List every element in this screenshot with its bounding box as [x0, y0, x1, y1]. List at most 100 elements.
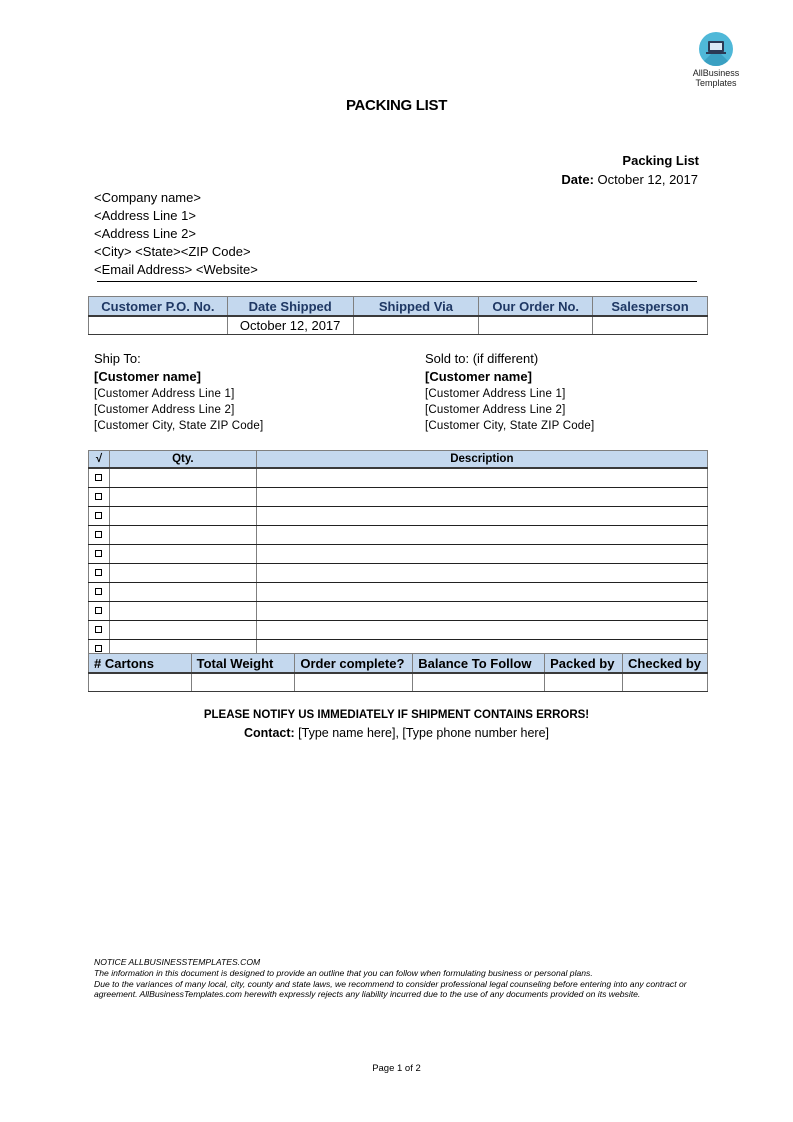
cell-customer-po[interactable]	[88, 315, 228, 335]
notice-line-2: Due to the variances of many local, city…	[94, 978, 687, 1000]
ship-to-address-1[interactable]: [Customer Address Line 1]	[94, 386, 263, 402]
sold-to-name[interactable]: [Customer name]	[425, 368, 594, 386]
item-description[interactable]	[255, 525, 709, 545]
checkbox-icon[interactable]	[95, 550, 103, 558]
cell-cartons[interactable]	[88, 672, 192, 692]
header-balance-to-follow: Balance To Follow	[412, 653, 546, 674]
divider	[97, 281, 697, 282]
item-checkbox-cell	[88, 525, 110, 545]
date-value[interactable]: October 12, 2017	[598, 172, 698, 187]
checkbox-icon[interactable]	[95, 626, 103, 634]
item-checkbox-cell	[88, 563, 110, 583]
item-checkbox-cell	[88, 506, 110, 526]
notify-message: PLEASE NOTIFY US IMMEDIATELY IF SHIPMENT…	[203, 709, 590, 721]
ship-to-address-2[interactable]: [Customer Address Line 2]	[94, 402, 263, 418]
header-customer-po: Customer P.O. No.	[88, 296, 228, 317]
header-salesperson: Salesperson	[592, 296, 708, 317]
date-line: Date: October 12, 2017	[561, 172, 698, 187]
item-qty[interactable]	[108, 468, 257, 488]
item-qty[interactable]	[108, 563, 257, 583]
order-header-row: Customer P.O. No. Date Shipped Shipped V…	[88, 296, 708, 317]
checkbox-icon[interactable]	[95, 607, 103, 615]
header-shipped-via: Shipped Via	[352, 296, 480, 317]
cell-packed-by[interactable]	[544, 672, 624, 692]
cell-shipped-via[interactable]	[352, 315, 480, 335]
cell-our-order-no[interactable]	[478, 315, 594, 335]
cell-checked-by[interactable]	[622, 672, 708, 692]
item-qty[interactable]	[108, 620, 257, 640]
header-order-complete: Order complete?	[294, 653, 414, 674]
items-table: √ Qty. Description	[88, 450, 709, 659]
sold-to-block: Sold to: (if different) [Customer name] …	[425, 350, 594, 434]
header-qty: Qty.	[108, 450, 257, 469]
ship-to-name[interactable]: [Customer name]	[94, 368, 263, 386]
header-check: √	[88, 450, 110, 469]
company-name[interactable]: <Company name>	[94, 189, 258, 207]
item-description[interactable]	[255, 544, 709, 564]
item-description[interactable]	[255, 620, 709, 640]
item-qty[interactable]	[108, 544, 257, 564]
item-description[interactable]	[255, 582, 709, 602]
item-qty[interactable]	[108, 525, 257, 545]
notice-heading: NOTICE ALLBUSINESSTEMPLATES.COM	[94, 957, 261, 967]
checkbox-icon[interactable]	[95, 531, 103, 539]
item-checkbox-cell	[88, 601, 110, 621]
notice-line-1: The information in this document is desi…	[94, 967, 593, 978]
laptop-icon	[699, 32, 733, 66]
ship-to-heading: Ship To:	[94, 351, 141, 366]
item-checkbox-cell	[88, 544, 110, 564]
document-title: PACKING LIST	[345, 97, 448, 114]
item-checkbox-cell	[88, 582, 110, 602]
allbusiness-logo: AllBusiness Templates	[688, 32, 744, 88]
item-row	[88, 601, 709, 621]
item-row	[88, 468, 709, 488]
legal-notice: NOTICE ALLBUSINESSTEMPLATES.COM The info…	[94, 957, 714, 1000]
sold-to-city[interactable]: [Customer City, State ZIP Code]	[425, 418, 594, 434]
logo-line-2: Templates	[695, 78, 737, 88]
item-checkbox-cell	[88, 468, 110, 488]
checkbox-icon[interactable]	[95, 493, 103, 501]
company-email-website[interactable]: <Email Address> <Website>	[94, 261, 258, 279]
item-description[interactable]	[255, 487, 709, 507]
cell-salesperson[interactable]	[592, 315, 708, 335]
page-number: Page 1 of 2	[372, 1063, 421, 1074]
item-description[interactable]	[255, 601, 709, 621]
item-row	[88, 582, 709, 602]
cell-date-shipped[interactable]: October 12, 2017	[226, 315, 354, 335]
item-row	[88, 525, 709, 545]
sold-to-address-1[interactable]: [Customer Address Line 1]	[425, 386, 594, 402]
item-qty[interactable]	[108, 487, 257, 507]
contact-value[interactable]: [Type name here], [Type phone number her…	[295, 726, 549, 740]
items-header-row: √ Qty. Description	[88, 450, 709, 469]
header-our-order-no: Our Order No.	[478, 296, 594, 317]
ship-to-block: Ship To: [Customer name] [Customer Addre…	[94, 350, 263, 434]
company-city-state-zip[interactable]: <City> <State><ZIP Code>	[94, 243, 258, 261]
item-qty[interactable]	[108, 601, 257, 621]
ship-to-city[interactable]: [Customer City, State ZIP Code]	[94, 418, 263, 434]
cell-order-complete[interactable]	[294, 672, 414, 692]
item-row	[88, 487, 709, 507]
item-qty[interactable]	[108, 506, 257, 526]
summary-data-row	[88, 672, 708, 692]
header-description: Description	[255, 450, 709, 469]
header-packed-by: Packed by	[544, 653, 624, 674]
checkbox-icon[interactable]	[95, 569, 103, 577]
checkbox-icon[interactable]	[95, 588, 103, 596]
item-description[interactable]	[255, 563, 709, 583]
cell-balance-to-follow[interactable]	[412, 672, 546, 692]
cell-total-weight[interactable]	[190, 672, 296, 692]
order-info-table: Customer P.O. No. Date Shipped Shipped V…	[88, 296, 708, 335]
company-address-2[interactable]: <Address Line 2>	[94, 225, 258, 243]
item-row	[88, 620, 709, 640]
item-description[interactable]	[255, 506, 709, 526]
sold-to-address-2[interactable]: [Customer Address Line 2]	[425, 402, 594, 418]
checkbox-icon[interactable]	[95, 645, 103, 653]
checkbox-icon[interactable]	[95, 512, 103, 520]
company-address-1[interactable]: <Address Line 1>	[94, 207, 258, 225]
document-label: Packing List	[622, 153, 699, 168]
checkbox-icon[interactable]	[95, 474, 103, 482]
item-row	[88, 544, 709, 564]
item-qty[interactable]	[108, 582, 257, 602]
item-description[interactable]	[255, 468, 709, 488]
header-date-shipped: Date Shipped	[226, 296, 354, 317]
